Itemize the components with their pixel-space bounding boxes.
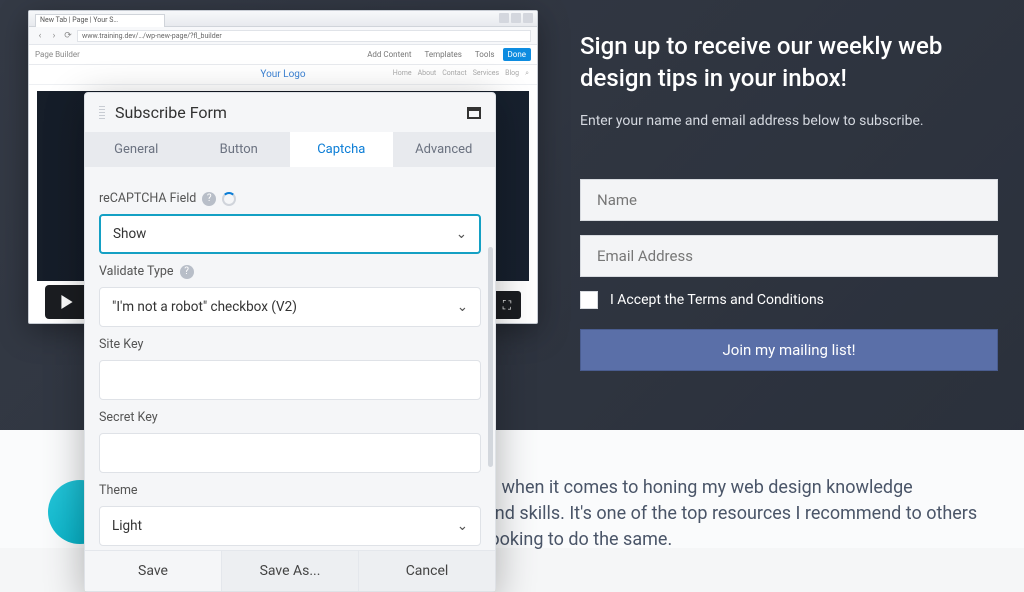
email-placeholder: Email Address [597, 247, 693, 265]
join-button[interactable]: Join my mailing list! [580, 329, 998, 371]
chip-tools[interactable]: Tools [470, 48, 500, 61]
testimonial-text: … when it comes to honing my web design … [485, 475, 985, 553]
join-button-label: Join my mailing list! [723, 341, 856, 359]
mini-nav-blog[interactable]: Blog [505, 69, 519, 78]
save-button[interactable]: Save [85, 551, 221, 591]
browser-titlebar: New Tab | Page | Your S… [29, 11, 537, 27]
forward-icon[interactable]: › [49, 31, 59, 41]
chip-add-content[interactable]: Add Content [362, 48, 416, 61]
mini-nav-home[interactable]: Home [393, 69, 412, 78]
validate-label-row: Validate Type ? [99, 264, 481, 279]
recaptcha-value: Show [113, 226, 146, 242]
panel-header[interactable]: Subscribe Form [85, 93, 495, 132]
theme-value: Light [112, 518, 142, 534]
mini-nav-contact[interactable]: Contact [442, 69, 466, 78]
signup-heading: Sign up to receive our weekly web design… [580, 30, 998, 95]
chevron-down-icon: ⌄ [457, 299, 468, 315]
panel-body: reCAPTCHA Field ? Show ⌄ Validate Type ?… [85, 167, 495, 550]
tab-button[interactable]: Button [188, 132, 291, 167]
terms-label: I Accept the Terms and Conditions [610, 292, 824, 308]
play-button[interactable] [45, 285, 89, 319]
url-field[interactable]: www.training.dev/…/wp-new-page/?fl_build… [77, 30, 531, 42]
name-input[interactable]: Name [580, 179, 998, 221]
panel-footer: Save Save As... Cancel [85, 550, 495, 591]
secretkey-input[interactable] [99, 433, 481, 473]
chip-templates[interactable]: Templates [420, 48, 467, 61]
saveas-button[interactable]: Save As... [221, 551, 358, 591]
back-icon[interactable]: ‹ [35, 31, 45, 41]
drag-handle-icon[interactable] [99, 106, 105, 120]
terms-row: I Accept the Terms and Conditions [580, 291, 998, 309]
builder-topbar: Page Builder Add Content Templates Tools… [29, 45, 537, 65]
validate-label: Validate Type [99, 264, 174, 279]
theme-select[interactable]: Light ⌄ [99, 506, 481, 546]
chevron-down-icon: ⌄ [456, 226, 467, 242]
mini-nav-about[interactable]: About [418, 69, 437, 78]
panel-title: Subscribe Form [115, 103, 467, 122]
mini-nav-services[interactable]: Services [473, 69, 499, 78]
testimonial-line-2: and skills. It's one of the top resource… [485, 501, 985, 553]
recaptcha-label-row: reCAPTCHA Field ? [99, 191, 481, 206]
theme-label: Theme [99, 483, 481, 498]
subscribe-form-panel: Subscribe Form General Button Captcha Ad… [84, 92, 496, 592]
window-controls [499, 13, 533, 23]
loading-spinner-icon [222, 192, 236, 206]
validate-select[interactable]: "I'm not a robot" checkbox (V2) ⌄ [99, 287, 481, 327]
validate-value: "I'm not a robot" checkbox (V2) [112, 299, 297, 315]
page-builder-label: Page Builder [35, 50, 359, 59]
help-icon[interactable]: ? [202, 192, 216, 206]
browser-tab[interactable]: New Tab | Page | Your S… [35, 14, 165, 27]
search-icon[interactable]: ⌕ [525, 69, 529, 78]
site-logo-bar: Your Logo Home About Contact Services Bl… [29, 65, 537, 85]
recaptcha-select[interactable]: Show ⌄ [99, 214, 481, 254]
reload-icon[interactable]: ⟳ [63, 31, 73, 41]
tab-general[interactable]: General [85, 132, 188, 167]
email-input[interactable]: Email Address [580, 235, 998, 277]
mini-nav: Home About Contact Services Blog ⌕ [393, 69, 529, 78]
signup-form: Sign up to receive our weekly web design… [580, 30, 998, 371]
site-logo: Your Logo [260, 69, 305, 80]
chip-done[interactable]: Done [503, 48, 531, 61]
chevron-down-icon: ⌄ [457, 518, 468, 534]
tab-advanced[interactable]: Advanced [393, 132, 496, 167]
browser-address-bar: ‹ › ⟳ www.training.dev/…/wp-new-page/?fl… [29, 27, 537, 45]
recaptcha-label: reCAPTCHA Field [99, 191, 196, 206]
terms-checkbox[interactable] [580, 291, 598, 309]
name-placeholder: Name [597, 191, 637, 209]
sitekey-input[interactable] [99, 360, 481, 400]
testimonial-line-1: … when it comes to honing my web design … [485, 475, 985, 501]
help-icon[interactable]: ? [180, 265, 194, 279]
secretkey-label: Secret Key [99, 410, 481, 425]
tab-captcha[interactable]: Captcha [290, 132, 393, 167]
window-icon[interactable] [467, 107, 481, 119]
cancel-button[interactable]: Cancel [358, 551, 495, 591]
sitekey-label: Site Key [99, 337, 481, 352]
panel-tabs: General Button Captcha Advanced [85, 132, 495, 167]
fullscreen-icon[interactable]: ⛶ [493, 291, 521, 319]
signup-subtext: Enter your name and email address below … [580, 113, 998, 129]
